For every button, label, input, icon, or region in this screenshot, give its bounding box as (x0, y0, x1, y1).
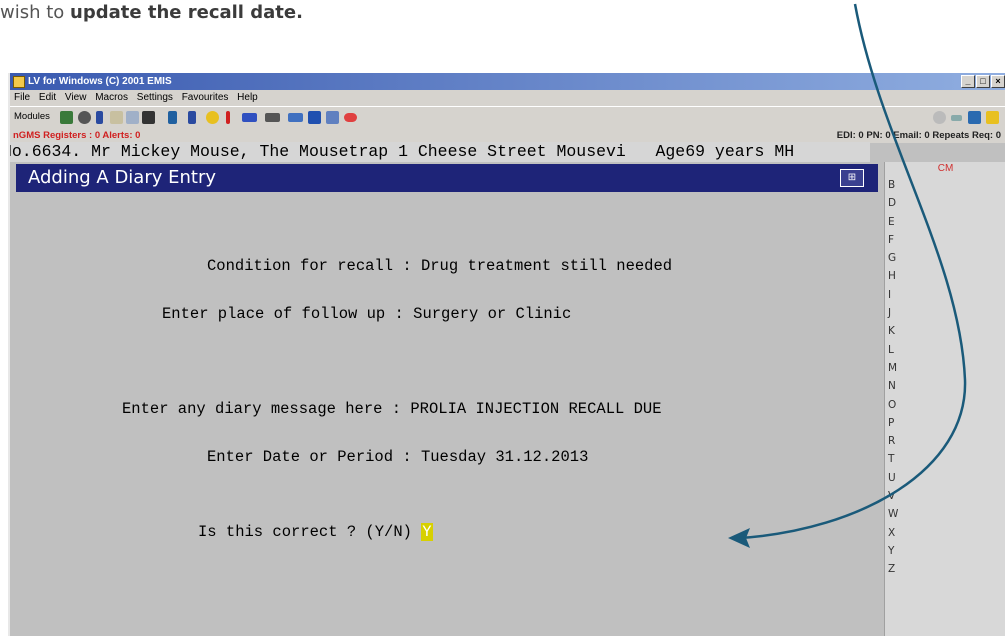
cm-label: CM (937, 163, 954, 174)
menu-bar: File Edit View Macros Settings Favourite… (10, 90, 1005, 106)
index-letter[interactable]: I (884, 286, 898, 304)
window-titlebar[interactable]: LV for Windows (C) 2001 EMIS _ □ × (10, 73, 1005, 90)
menu-help[interactable]: Help (237, 92, 258, 103)
screen-title-bar: Adding A Diary Entry ⊞ (16, 164, 878, 192)
exit-icon[interactable] (344, 113, 357, 122)
menu-settings[interactable]: Settings (137, 92, 173, 103)
index-letter[interactable]: R (884, 432, 898, 450)
date-row: Enter Date or Period : Tuesday 31.12.201… (207, 448, 588, 466)
patient-banner: No.6634. Mr Mickey Mouse, The Mousetrap … (10, 142, 870, 162)
star-icon[interactable] (206, 111, 219, 124)
syringe-icon[interactable] (168, 111, 177, 124)
index-letter[interactable]: U (884, 469, 898, 487)
message-field[interactable]: PROLIA INJECTION RECALL DUE (410, 400, 661, 418)
right-side-panel (884, 162, 1005, 636)
alert-icon[interactable] (226, 111, 230, 124)
form-icon[interactable] (326, 111, 339, 124)
paste-icon[interactable] (126, 111, 139, 124)
registers-alerts-status: nGMS Registers : 0 Alerts: 0 (13, 130, 141, 141)
index-letter[interactable]: M (884, 359, 898, 377)
menu-file[interactable]: File (14, 92, 30, 103)
home-icon[interactable] (968, 111, 981, 124)
index-letter[interactable]: V (884, 487, 898, 505)
back-arrow-icon[interactable] (951, 115, 962, 121)
index-letter[interactable]: Y (884, 542, 898, 560)
index-letter[interactable]: H (884, 267, 898, 285)
close-button[interactable]: × (991, 75, 1005, 88)
diary-entry-form: Condition for recall : Drug treatment st… (10, 192, 884, 636)
menu-edit[interactable]: Edit (39, 92, 56, 103)
date-field[interactable]: Tuesday 31.12.2013 (421, 448, 588, 466)
docs-icon[interactable] (288, 113, 303, 122)
index-letter[interactable]: Z (884, 560, 898, 578)
index-letter[interactable]: O (884, 396, 898, 414)
date-label: Enter Date or Period : (207, 448, 421, 466)
app-icon (13, 76, 25, 88)
index-letter[interactable]: X (884, 524, 898, 542)
caption-text: wish to (0, 2, 71, 23)
mail-icon[interactable] (242, 113, 257, 122)
condition-row: Condition for recall : Drug treatment st… (207, 257, 672, 275)
key-icon[interactable] (986, 111, 999, 124)
stop-icon[interactable] (933, 111, 946, 124)
index-letter[interactable]: B (884, 176, 898, 194)
print-icon[interactable] (142, 111, 155, 124)
confirm-row: Is this correct ? (Y/N) Y (198, 523, 433, 541)
place-label: Enter place of follow up : (162, 305, 414, 323)
index-letter[interactable]: G (884, 249, 898, 267)
index-letter[interactable]: F (884, 231, 898, 249)
maximize-button[interactable]: □ (976, 75, 990, 88)
message-counts-status: EDI: 0 PN: 0 Email: 0 Repeats Req: 0 (836, 130, 1001, 141)
toolbar: Modules (10, 106, 1005, 130)
globe-icon[interactable] (78, 111, 91, 124)
index-letter[interactable]: E (884, 213, 898, 231)
message-row: Enter any diary message here : PROLIA IN… (122, 400, 662, 418)
menu-favourites[interactable]: Favourites (182, 92, 229, 103)
place-row: Enter place of follow up : Surgery or Cl… (162, 305, 571, 323)
caption-bold-text: update the recall date. (70, 2, 303, 23)
status-bar: nGMS Registers : 0 Alerts: 0 EDI: 0 PN: … (10, 129, 1005, 143)
modules-button[interactable]: Modules (14, 111, 50, 122)
alphabet-index: B D E F G H I J K L M N O P R T U V W X … (884, 176, 898, 579)
lab-icon[interactable] (265, 113, 280, 122)
condition-field[interactable]: Drug treatment still needed (421, 257, 672, 275)
index-letter[interactable]: D (884, 194, 898, 212)
menu-macros[interactable]: Macros (95, 92, 128, 103)
index-letter[interactable]: T (884, 450, 898, 468)
index-letter[interactable]: N (884, 377, 898, 395)
index-letter[interactable]: J (884, 304, 898, 322)
index-letter[interactable]: L (884, 341, 898, 359)
calendar-icon[interactable] (308, 111, 321, 124)
index-letter[interactable]: K (884, 322, 898, 340)
condition-label: Condition for recall : (207, 257, 421, 275)
window-title: LV for Windows (C) 2001 EMIS (28, 76, 172, 87)
screen-options-icon[interactable]: ⊞ (840, 169, 864, 187)
message-label: Enter any diary message here : (122, 400, 411, 418)
confirm-label: Is this correct ? (Y/N) (198, 523, 422, 541)
screen-title: Adding A Diary Entry (28, 167, 216, 188)
place-field[interactable]: Surgery or Clinic (413, 305, 571, 323)
emis-window: LV for Windows (C) 2001 EMIS _ □ × File … (8, 73, 1005, 636)
index-letter[interactable]: P (884, 414, 898, 432)
window-controls: _ □ × (961, 75, 1005, 88)
patient-icon[interactable] (60, 111, 73, 124)
book-icon[interactable] (96, 111, 103, 124)
flask-icon[interactable] (188, 111, 196, 124)
confirm-yn-field[interactable]: Y (421, 523, 433, 541)
minimize-button[interactable]: _ (961, 75, 975, 88)
copy-icon[interactable] (110, 111, 123, 124)
index-letter[interactable]: W (884, 505, 898, 523)
menu-view[interactable]: View (65, 92, 87, 103)
instruction-caption: wish to update the recall date. (0, 2, 303, 23)
